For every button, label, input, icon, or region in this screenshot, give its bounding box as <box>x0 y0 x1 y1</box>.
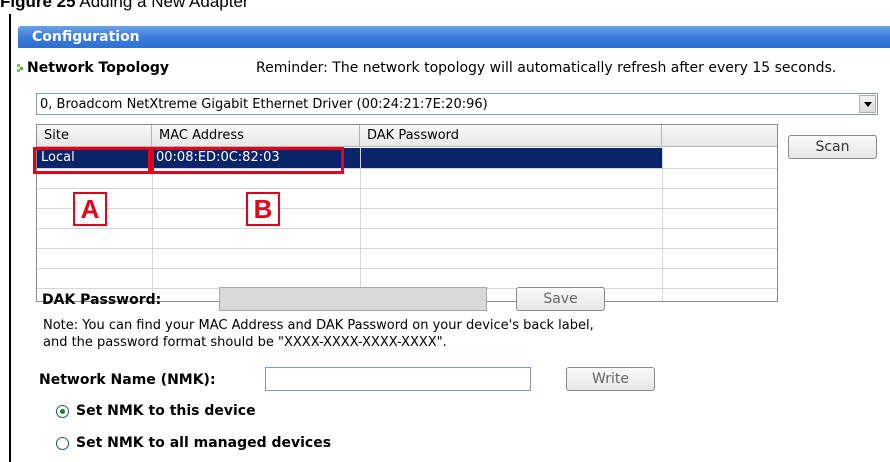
column-header-mac-address[interactable]: MAC Address <box>152 125 360 147</box>
topology-bullet-icon <box>17 64 23 72</box>
network-topology-row: Network Topology Reminder: The network t… <box>17 56 890 80</box>
adapter-select[interactable]: 0, Broadcom NetXtreme Gigabit Ethernet D… <box>36 93 878 115</box>
dak-note-line-2: and the password format should be "XXXX-… <box>43 335 447 350</box>
column-header-site[interactable]: Site <box>37 125 152 147</box>
window-titlebar: Configuration <box>18 26 890 48</box>
configuration-window: Configuration Network Topology Reminder:… <box>11 22 890 462</box>
row-divider <box>37 268 777 269</box>
set-nmk-all-devices-label[interactable]: Set NMK to all managed devices <box>76 433 331 453</box>
write-button[interactable]: Write <box>566 367 655 391</box>
mac-highlight-box <box>151 147 344 174</box>
callout-a: A <box>73 192 107 226</box>
figure-label: Figure 25 <box>0 0 76 11</box>
callout-b: B <box>246 192 280 226</box>
row-divider <box>37 228 777 229</box>
chevron-down-icon[interactable] <box>859 95 876 113</box>
dak-password-label: DAK Password: <box>42 292 162 308</box>
dak-note-line-1: Note: You can find your MAC Address and … <box>43 318 594 333</box>
site-highlight-box <box>33 147 151 174</box>
nmk-field[interactable] <box>265 367 531 391</box>
dak-password-field[interactable] <box>219 287 487 311</box>
set-nmk-this-device-radio[interactable] <box>56 405 69 418</box>
column-header-dak-password[interactable]: DAK Password <box>360 125 662 147</box>
scan-button[interactable]: Scan <box>788 135 877 159</box>
set-nmk-all-devices-radio[interactable] <box>56 437 69 450</box>
row-divider <box>37 248 777 249</box>
column-divider <box>662 147 663 301</box>
column-header-blank[interactable] <box>662 125 777 147</box>
figure-title: Adding a New Adapter <box>79 0 249 11</box>
save-button[interactable]: Save <box>516 287 605 311</box>
nmk-label: Network Name (NMK): <box>39 372 216 388</box>
network-topology-label: Network Topology <box>27 60 170 76</box>
refresh-reminder-text: Reminder: The network topology will auto… <box>256 60 837 76</box>
column-divider <box>360 147 361 301</box>
window-title: Configuration <box>32 29 140 45</box>
adapter-select-value: 0, Broadcom NetXtreme Gigabit Ethernet D… <box>40 97 488 112</box>
row-divider <box>37 188 777 189</box>
set-nmk-this-device-label[interactable]: Set NMK to this device <box>76 401 256 421</box>
row-divider <box>37 208 777 209</box>
figure-caption: Figure 25 Adding a New Adapter <box>0 0 890 13</box>
